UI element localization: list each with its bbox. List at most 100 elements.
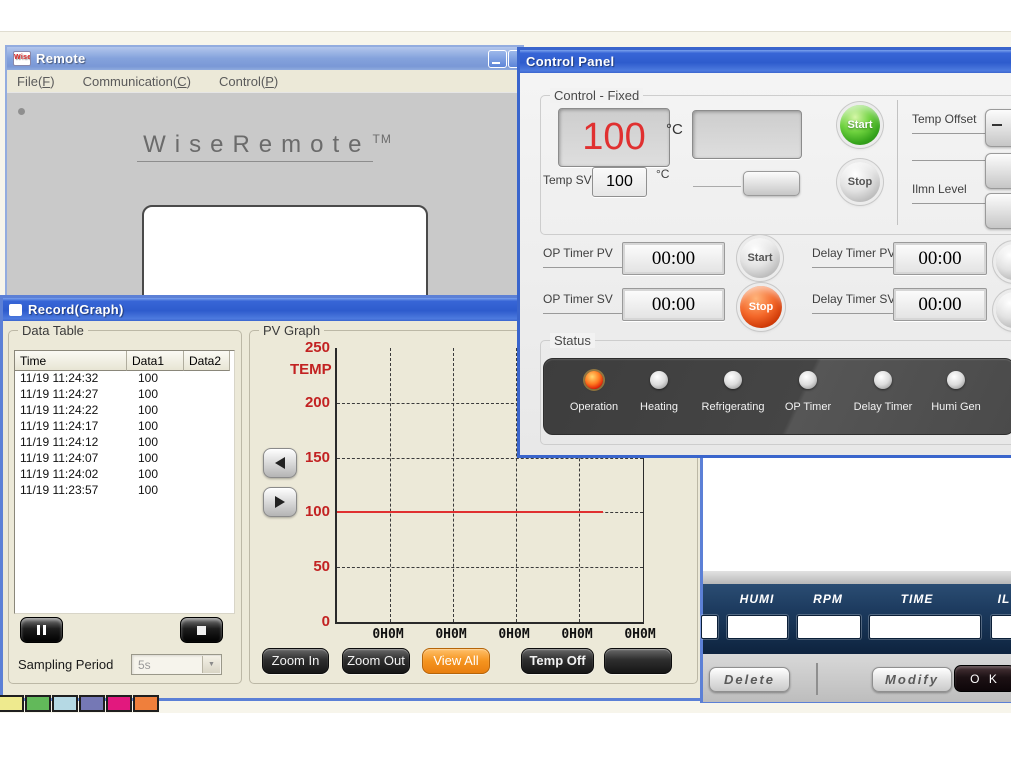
status-led-panel: OperationHeatingRefrigeratingOP TimerDel… — [543, 358, 1011, 435]
sampling-period-value: 5s — [138, 658, 151, 672]
data-table[interactable]: TimeData1Data2 11/19 11:24:3210011/19 11… — [14, 350, 235, 614]
delay-stop-button-partial[interactable] — [996, 292, 1011, 328]
device-input-field[interactable] — [797, 615, 861, 639]
delay-start-button-partial[interactable] — [996, 244, 1011, 280]
remote-titlebar[interactable]: Wise Remote — [7, 47, 522, 70]
remote-menubar: File(F) Communication(C) Control(P) — [7, 70, 522, 93]
column-header-data1[interactable]: Data1 — [127, 351, 184, 371]
led-label: Heating — [640, 401, 678, 413]
temp-offset-button-partial[interactable] — [985, 109, 1011, 147]
control-panel-titlebar[interactable]: Control Panel — [520, 50, 1011, 73]
dropdown-arrow-icon[interactable]: ▼ — [202, 656, 220, 673]
table-cell: 11/19 11:24:02 — [15, 467, 127, 483]
table-cell: 100 — [127, 387, 184, 403]
device-button-bar: Delete Modify O K — [703, 652, 1011, 702]
table-cell — [184, 435, 230, 451]
table-cell: 100 — [127, 483, 184, 499]
delay-timer-pv-display: 00:00 — [893, 242, 987, 275]
temp-sv-unit: °C — [656, 167, 669, 181]
table-row[interactable]: 11/19 11:24:17100 — [15, 419, 234, 435]
menu-item-file[interactable]: File(F) — [17, 74, 55, 89]
temp-offset-label: Temp Offset — [912, 112, 988, 134]
table-row[interactable]: 11/19 11:24:02100 — [15, 467, 234, 483]
column-header-data2[interactable]: Data2 — [184, 351, 230, 371]
column-header-time[interactable]: Time — [15, 351, 127, 371]
temp-off-button[interactable]: Temp Off — [521, 648, 594, 674]
device-field-panel: HUMI RPM TIME IL — [703, 584, 1011, 652]
control-panel-title: Control Panel — [526, 54, 614, 69]
delay-timer-pv-label: Delay Timer PV — [812, 246, 904, 268]
screen: Wise Remote File(F) Communication(C) Contr… — [0, 0, 1011, 758]
table-cell: 100 — [127, 371, 184, 387]
table-cell: 100 — [127, 451, 184, 467]
zoom-in-button[interactable]: Zoom In — [262, 648, 329, 674]
device-label-time: TIME — [901, 592, 934, 606]
sampling-period-select[interactable]: 5s ▼ — [131, 654, 222, 675]
table-cell: 100 — [127, 419, 184, 435]
control-start-button[interactable]: Start — [840, 105, 880, 145]
view-all-button[interactable]: View All — [422, 648, 490, 674]
delay-timer-sv-display[interactable]: 00:00 — [893, 288, 987, 321]
zoom-out-button[interactable]: Zoom Out — [342, 648, 410, 674]
timer-start-button[interactable]: Start — [740, 238, 780, 278]
wise-app-icon: Wise — [13, 51, 31, 66]
status-group-label: Status — [550, 333, 595, 348]
blank-set-button[interactable] — [743, 171, 800, 196]
temp-pv-unit: °C — [666, 121, 683, 138]
secondary-display — [692, 110, 802, 159]
table-cell: 11/19 11:24:22 — [15, 403, 127, 419]
divider-line — [693, 186, 741, 187]
device-label-il: IL — [998, 592, 1011, 606]
color-swatch-row — [0, 697, 157, 710]
table-row[interactable]: 11/19 11:24:12100 — [15, 435, 234, 451]
control-stop-button[interactable]: Stop — [840, 162, 880, 202]
led-label: Delay Timer — [854, 401, 913, 413]
device-dialog: HUMI RPM TIME IL Delete Modify O K — [700, 450, 1011, 703]
led-refrigerating — [724, 371, 742, 389]
temp-sv-input[interactable]: 100 — [592, 167, 647, 197]
device-label-humi: HUMI — [740, 592, 775, 606]
temp-sv-label: Temp SV — [543, 173, 592, 187]
color-swatch — [108, 697, 130, 710]
device-input-field[interactable] — [869, 615, 981, 639]
table-row[interactable]: 11/19 11:24:27100 — [15, 387, 234, 403]
led-label: Humi Gen — [931, 401, 981, 413]
pause-button[interactable] — [20, 617, 63, 643]
minimize-button[interactable] — [488, 50, 507, 68]
ok-button[interactable]: O K — [954, 665, 1011, 692]
table-cell: 11/19 11:24:27 — [15, 387, 127, 403]
table-row[interactable]: 11/19 11:24:32100 — [15, 371, 234, 387]
left-triangle-icon — [275, 457, 285, 469]
table-cell — [184, 403, 230, 419]
ilmn-button-partial[interactable] — [985, 193, 1011, 229]
op-timer-sv-value: 00:00 — [652, 294, 695, 316]
led-operation — [585, 371, 603, 389]
color-swatch — [135, 697, 157, 710]
blank-button[interactable] — [604, 648, 672, 674]
op-timer-sv-display[interactable]: 00:00 — [622, 288, 725, 321]
device-label-rpm: RPM — [813, 592, 843, 606]
modify-button[interactable]: Modify — [872, 667, 952, 692]
table-cell — [184, 483, 230, 499]
delete-button[interactable]: Delete — [709, 667, 790, 692]
table-row[interactable]: 11/19 11:24:07100 — [15, 451, 234, 467]
device-input-field[interactable] — [701, 615, 718, 639]
mid-button-partial[interactable] — [985, 153, 1011, 189]
led-label: OP Timer — [785, 401, 831, 413]
table-cell: 11/19 11:24:32 — [15, 371, 127, 387]
timer-stop-button[interactable]: Stop — [740, 286, 782, 328]
stop-record-button[interactable] — [180, 617, 223, 643]
table-cell — [184, 371, 230, 387]
table-cell — [184, 451, 230, 467]
table-row[interactable]: 11/19 11:23:57100 — [15, 483, 234, 499]
table-row[interactable]: 11/19 11:24:22100 — [15, 403, 234, 419]
menu-item-communication[interactable]: Communication(C) — [83, 74, 191, 89]
device-input-field[interactable] — [727, 615, 788, 639]
y-tick-label: 200 — [290, 394, 330, 411]
offset-divider — [912, 160, 988, 161]
menu-item-control[interactable]: Control(P) — [219, 74, 278, 89]
device-divider-strip — [703, 571, 1011, 585]
x-tick-label: 0H0M — [367, 627, 409, 642]
device-input-field[interactable] — [991, 615, 1011, 639]
v-gridline — [390, 348, 391, 622]
